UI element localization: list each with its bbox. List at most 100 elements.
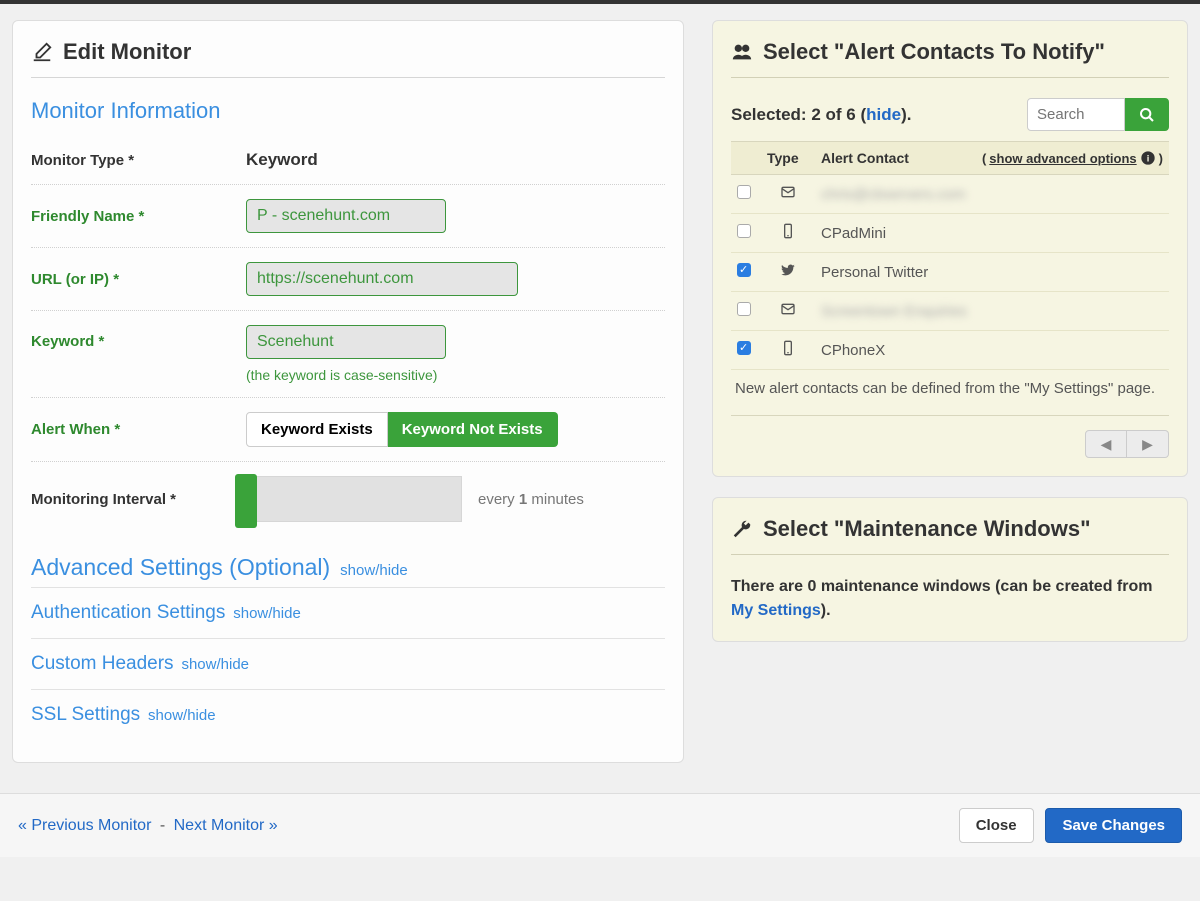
row-friendly-name: Friendly Name *: [31, 185, 665, 248]
edit-monitor-title-row: Edit Monitor: [31, 39, 665, 78]
advanced-settings-title: Advanced Settings (Optional): [31, 554, 330, 581]
alert-when-exists[interactable]: Keyword Exists: [246, 412, 388, 447]
pager: ◀ ▶: [731, 415, 1169, 458]
prev-monitor-link[interactable]: « Previous Monitor: [18, 817, 151, 834]
ssl-settings-title: SSL Settings: [31, 704, 140, 725]
interval-label: Monitoring Interval *: [31, 491, 246, 508]
th-contact-label: Alert Contact: [821, 150, 909, 166]
contact-row: Screentown Enquiries: [731, 292, 1169, 331]
mail-icon: [780, 301, 796, 317]
url-label: URL (or IP) *: [31, 271, 246, 288]
ssl-toggle[interactable]: show/hide: [148, 707, 216, 724]
mw-title: Select "Maintenance Windows": [763, 516, 1091, 542]
friendly-name-label: Friendly Name *: [31, 208, 246, 225]
interval-value: 1: [519, 491, 527, 508]
contact-name: Personal Twitter: [821, 264, 928, 281]
close-button[interactable]: Close: [959, 808, 1034, 843]
contact-checkbox[interactable]: [737, 224, 751, 238]
contact-name: CPhoneX: [821, 342, 885, 359]
contact-row: Personal Twitter: [731, 253, 1169, 292]
th-contact: Alert Contact (show advanced options i): [815, 142, 1169, 175]
contacts-table: Type Alert Contact (show advanced option…: [731, 141, 1169, 370]
slider-handle[interactable]: [235, 474, 257, 528]
headers-toggle[interactable]: show/hide: [181, 656, 249, 673]
selected-prefix: Selected:: [731, 105, 811, 124]
contact-row: CPadMini: [731, 214, 1169, 253]
footer-buttons: Close Save Changes: [959, 808, 1182, 843]
contacts-title-row: Select "Alert Contacts To Notify": [731, 39, 1169, 78]
selected-close: ).: [901, 105, 911, 124]
my-settings-link[interactable]: My Settings: [731, 602, 821, 619]
save-button[interactable]: Save Changes: [1045, 808, 1182, 843]
mw-text: There are 0 maintenance windows (can be …: [731, 575, 1169, 623]
contact-checkbox[interactable]: [737, 341, 751, 355]
interval-slider[interactable]: [246, 476, 462, 522]
main-container: Edit Monitor Monitor Information Monitor…: [0, 4, 1200, 783]
row-monitor-type: Monitor Type * Keyword: [31, 136, 665, 185]
contact-checkbox[interactable]: [737, 302, 751, 316]
contacts-header: Selected: 2 of 6 (hide).: [731, 98, 1169, 131]
maintenance-windows-panel: Select "Maintenance Windows" There are 0…: [712, 497, 1188, 642]
next-monitor-link[interactable]: Next Monitor »: [174, 817, 278, 834]
url-input[interactable]: [246, 262, 518, 296]
row-interval: Monitoring Interval * every 1 minutes: [31, 462, 665, 536]
selected-count-text: Selected: 2 of 6 (hide).: [731, 105, 911, 125]
keyword-hint: (the keyword is case-sensitive): [246, 367, 665, 383]
keyword-input[interactable]: [246, 325, 446, 359]
interval-prefix: every: [478, 491, 519, 508]
mail-icon: [780, 184, 796, 200]
contact-row: chris@cbservers.com: [731, 175, 1169, 214]
pager-next[interactable]: ▶: [1127, 430, 1169, 458]
show-advanced-options[interactable]: (show advanced options i): [982, 150, 1163, 166]
right-column: Select "Alert Contacts To Notify" Select…: [712, 20, 1188, 763]
advanced-settings-row: Advanced Settings (Optional) show/hide: [31, 536, 665, 588]
alert-when-not-exists[interactable]: Keyword Not Exists: [388, 412, 558, 447]
selected-open: (: [856, 105, 866, 124]
search-button[interactable]: [1125, 98, 1169, 131]
phone-icon: [780, 223, 796, 239]
ssl-settings-row: SSL Settings show/hide: [31, 690, 665, 740]
phone-icon: [780, 340, 796, 356]
contact-name: CPadMini: [821, 225, 886, 242]
monitor-type-label: Monitor Type *: [31, 152, 246, 169]
keyword-label: Keyword *: [31, 325, 246, 350]
contacts-title: Select "Alert Contacts To Notify": [763, 39, 1105, 65]
friendly-name-input[interactable]: [246, 199, 446, 233]
custom-headers-title: Custom Headers: [31, 653, 174, 674]
contact-name: chris@cbservers.com: [821, 186, 965, 203]
contact-checkbox[interactable]: [737, 263, 751, 277]
contact-checkbox[interactable]: [737, 185, 751, 199]
row-alert-when: Alert When * Keyword Exists Keyword Not …: [31, 398, 665, 462]
th-type: Type: [761, 142, 815, 175]
users-icon: [731, 41, 753, 63]
search-icon: [1139, 107, 1155, 123]
interval-suffix: minutes: [527, 491, 584, 508]
contacts-note: New alert contacts can be defined from t…: [731, 370, 1169, 399]
selected-count: 2 of 6: [811, 105, 855, 124]
edit-icon: [31, 41, 53, 63]
contact-name: Screentown Enquiries: [821, 303, 967, 320]
mw-text-a: There are 0 maintenance windows (can be …: [731, 578, 1152, 595]
hide-link[interactable]: hide: [866, 105, 901, 124]
edit-monitor-panel: Edit Monitor Monitor Information Monitor…: [12, 20, 684, 763]
search-wrap: [1027, 98, 1169, 131]
nav-sep: -: [160, 817, 165, 834]
row-keyword: Keyword * (the keyword is case-sensitive…: [31, 311, 665, 398]
info-icon: i: [1140, 150, 1156, 166]
row-url: URL (or IP) *: [31, 248, 665, 311]
auth-settings-title: Authentication Settings: [31, 602, 225, 623]
monitor-nav: « Previous Monitor - Next Monitor »: [18, 817, 278, 835]
contact-row: CPhoneX: [731, 331, 1169, 370]
advanced-toggle[interactable]: show/hide: [340, 562, 408, 579]
custom-headers-row: Custom Headers show/hide: [31, 639, 665, 690]
auth-toggle[interactable]: show/hide: [233, 605, 301, 622]
alert-contacts-panel: Select "Alert Contacts To Notify" Select…: [712, 20, 1188, 477]
pager-prev[interactable]: ◀: [1085, 430, 1127, 458]
footer: « Previous Monitor - Next Monitor » Clos…: [0, 793, 1200, 857]
search-input[interactable]: [1027, 98, 1125, 131]
mw-text-b: ).: [821, 602, 831, 619]
mw-title-row: Select "Maintenance Windows": [731, 516, 1169, 555]
auth-settings-row: Authentication Settings show/hide: [31, 588, 665, 639]
alert-when-label: Alert When *: [31, 421, 246, 438]
edit-monitor-title: Edit Monitor: [63, 39, 191, 65]
